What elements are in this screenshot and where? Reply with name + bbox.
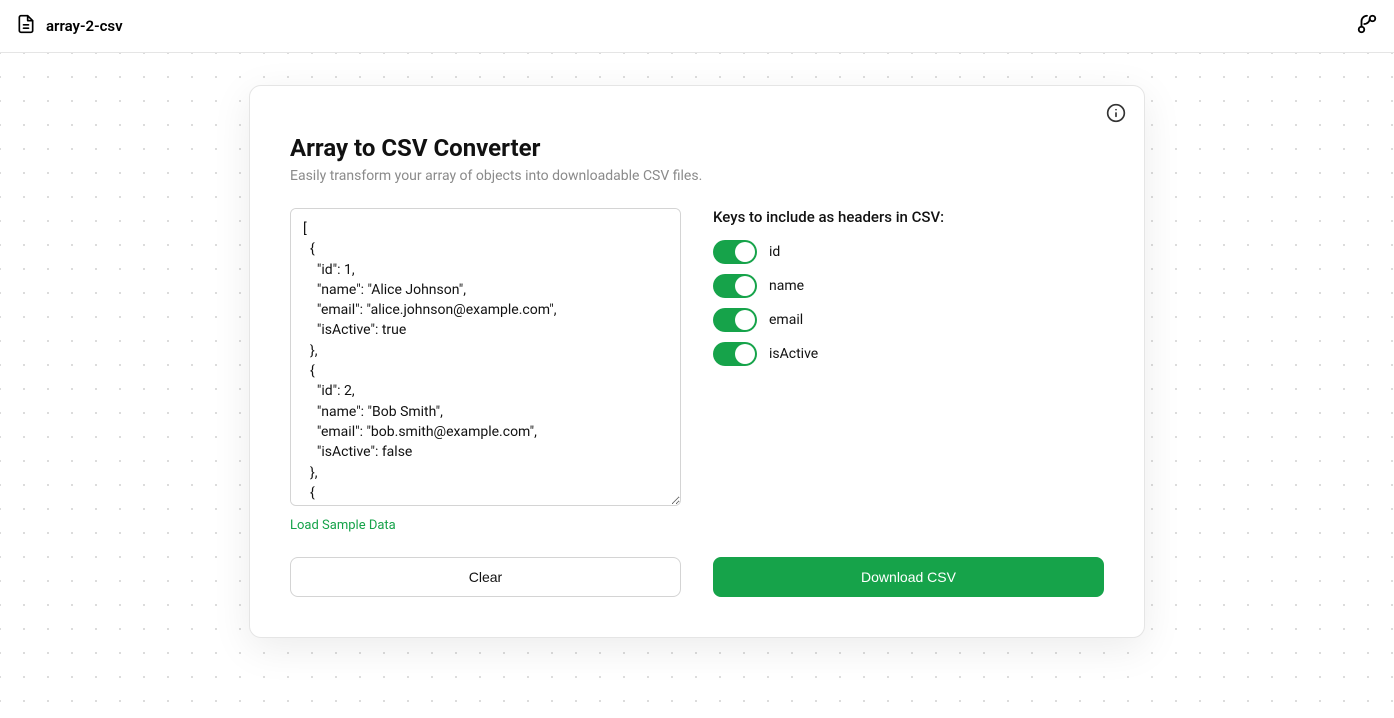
toggle-label-email: email <box>769 312 803 328</box>
content-grid: Load Sample Data Keys to include as head… <box>290 208 1104 533</box>
topbar: array-2-csv <box>0 0 1394 53</box>
page-subtitle: Easily transform your array of objects i… <box>290 168 1104 184</box>
canvas-background: Array to CSV Converter Easily transform … <box>0 53 1394 718</box>
document-icon <box>16 14 36 38</box>
json-input[interactable] <box>290 208 681 506</box>
converter-card: Array to CSV Converter Easily transform … <box>249 85 1145 638</box>
headers-title: Keys to include as headers in CSV: <box>713 208 1104 226</box>
info-button[interactable] <box>1102 100 1130 128</box>
download-csv-button[interactable]: Download CSV <box>713 557 1104 597</box>
toggle-row-email: email <box>713 308 1104 332</box>
topbar-right <box>1356 13 1378 39</box>
input-column: Load Sample Data <box>290 208 681 533</box>
toggle-row-isactive: isActive <box>713 342 1104 366</box>
branch-icon[interactable] <box>1356 20 1378 39</box>
topbar-left: array-2-csv <box>16 14 123 38</box>
toggle-id[interactable] <box>713 240 757 264</box>
load-sample-link[interactable]: Load Sample Data <box>290 518 396 533</box>
toggle-label-isactive: isActive <box>769 346 818 362</box>
buttons-row: Clear Download CSV <box>290 557 1104 597</box>
toggle-row-id: id <box>713 240 1104 264</box>
toggle-row-name: name <box>713 274 1104 298</box>
clear-button[interactable]: Clear <box>290 557 681 597</box>
toggle-isactive[interactable] <box>713 342 757 366</box>
toggle-email[interactable] <box>713 308 757 332</box>
page-title: Array to CSV Converter <box>290 134 1104 162</box>
project-title: array-2-csv <box>46 17 123 35</box>
toggle-name[interactable] <box>713 274 757 298</box>
headers-column: Keys to include as headers in CSV: id na… <box>713 208 1104 533</box>
info-icon <box>1106 103 1126 126</box>
toggle-label-id: id <box>769 244 780 260</box>
toggle-label-name: name <box>769 278 804 294</box>
